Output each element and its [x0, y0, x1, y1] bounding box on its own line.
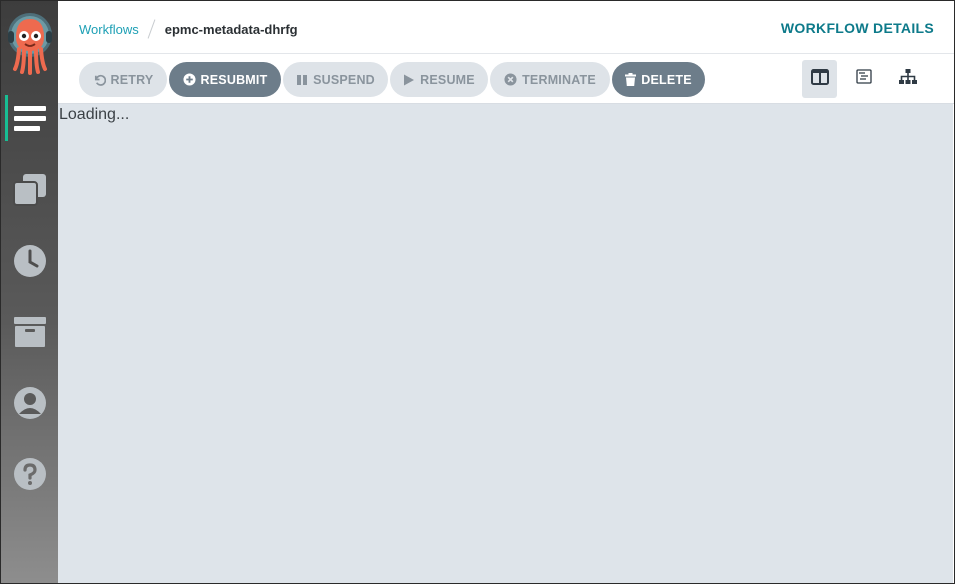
timeline-icon	[855, 69, 872, 89]
sidebar-item-user[interactable]	[1, 373, 58, 433]
trash-icon	[625, 73, 637, 86]
suspend-button[interactable]: SUSPEND	[283, 62, 388, 97]
sidebar-item-help[interactable]	[1, 444, 58, 504]
resubmit-label: RESUBMIT	[200, 72, 268, 87]
list-icon	[13, 102, 47, 136]
sidebar-item-workflow-templates[interactable]	[1, 160, 58, 220]
sidebar	[1, 1, 58, 583]
pause-icon	[296, 74, 308, 86]
plus-circle-icon	[183, 73, 196, 86]
graph-view-button[interactable]	[890, 60, 925, 98]
help-icon	[13, 457, 47, 491]
sitemap-icon	[898, 68, 917, 90]
play-icon	[403, 74, 415, 86]
archive-icon	[13, 316, 47, 348]
clock-icon	[13, 244, 47, 278]
times-circle-icon	[504, 73, 517, 86]
sidebar-item-cron-workflows[interactable]	[1, 231, 58, 291]
workflow-toolbar: RETRY RESUBMIT SUSPEND RESUME TERMINATE	[58, 54, 954, 104]
breadcrumb: Workflows epmc-metadata-dhrfg	[79, 19, 298, 39]
resume-button[interactable]: RESUME	[390, 62, 488, 97]
page-title: WORKFLOW DETAILS	[780, 20, 934, 36]
suspend-label: SUSPEND	[313, 72, 375, 87]
breadcrumb-separator	[147, 19, 156, 39]
top-bar: Workflows epmc-metadata-dhrfg WORKFLOW D…	[58, 1, 954, 54]
terminate-button[interactable]: TERMINATE	[490, 62, 610, 97]
resubmit-button[interactable]: RESUBMIT	[169, 62, 281, 97]
user-icon	[13, 386, 47, 420]
timeline-view-button[interactable]	[846, 60, 881, 98]
split-view-button[interactable]	[802, 60, 837, 98]
stacked-windows-icon	[12, 172, 48, 208]
retry-label: RETRY	[110, 72, 154, 87]
sidebar-item-workflows[interactable]	[1, 89, 58, 149]
delete-label: DELETE	[641, 72, 692, 87]
retry-button[interactable]: RETRY	[79, 62, 167, 97]
resume-label: RESUME	[420, 72, 475, 87]
sidebar-item-archived-workflows[interactable]	[1, 302, 58, 362]
argo-logo[interactable]	[6, 11, 54, 75]
app-window: Workflows epmc-metadata-dhrfg WORKFLOW D…	[0, 0, 955, 584]
breadcrumb-current: epmc-metadata-dhrfg	[164, 21, 298, 37]
loading-text: Loading...	[59, 106, 130, 123]
columns-icon	[810, 68, 829, 90]
terminate-label: TERMINATE	[522, 72, 596, 87]
workflow-details-panel: Loading...	[58, 104, 953, 583]
breadcrumb-workflows-link[interactable]: Workflows	[79, 22, 139, 37]
delete-button[interactable]: DELETE	[612, 62, 705, 97]
undo-icon	[93, 73, 106, 86]
